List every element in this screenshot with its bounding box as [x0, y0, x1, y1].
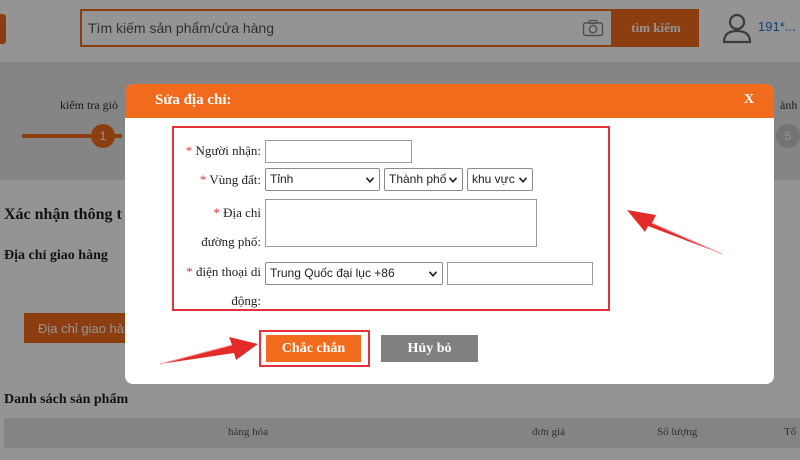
country-code-select[interactable]: Trung Quốc đại lục +86	[265, 262, 443, 285]
region-label: * Vùng đất:	[200, 172, 261, 188]
chevron-down-icon	[449, 177, 457, 183]
street-label-line1: Địa chỉ	[223, 205, 261, 220]
chevron-down-icon	[366, 177, 374, 183]
modal-title: Sửa địa chỉ:	[155, 92, 232, 108]
recipient-input[interactable]	[265, 140, 412, 163]
chevron-down-icon	[429, 271, 437, 277]
cancel-button[interactable]: Hủy bỏ	[381, 335, 478, 362]
required-mark: *	[213, 205, 220, 220]
required-mark: *	[199, 172, 207, 187]
province-select[interactable]: Tỉnh	[265, 168, 380, 191]
city-select[interactable]: Thành phố	[384, 168, 463, 191]
required-mark: *	[186, 264, 193, 279]
required-mark: *	[185, 143, 193, 158]
phone-label: * điện thoại di	[186, 264, 261, 280]
modal-header: Sửa địa chỉ: X	[125, 84, 774, 118]
confirm-button[interactable]: Chắc chắn	[266, 335, 361, 362]
chevron-down-icon	[519, 177, 527, 183]
street-label-line2: đường phố:	[201, 234, 261, 249]
street-address-textarea[interactable]	[265, 199, 537, 247]
phone-label-line1: điện thoại di	[196, 264, 261, 279]
recipient-label: * Người nhận:	[186, 143, 261, 159]
edit-address-modal: Sửa địa chỉ: X * Người nhận: * Vùng đất:…	[125, 84, 774, 384]
phone-input[interactable]	[447, 262, 593, 285]
phone-label-line2: động:	[231, 293, 261, 308]
area-select-value: khu vực	[472, 172, 515, 186]
recipient-label-text: Người nhận:	[195, 143, 261, 158]
country-code-value: Trung Quốc đại lục +86	[270, 266, 395, 280]
province-select-value: Tỉnh	[270, 172, 294, 186]
area-select[interactable]: khu vực	[467, 168, 533, 191]
city-select-value: Thành phố	[389, 172, 447, 186]
street-label: * Địa chỉ	[213, 205, 261, 221]
region-label-text: Vùng đất:	[209, 172, 261, 187]
close-icon[interactable]: X	[744, 92, 754, 108]
